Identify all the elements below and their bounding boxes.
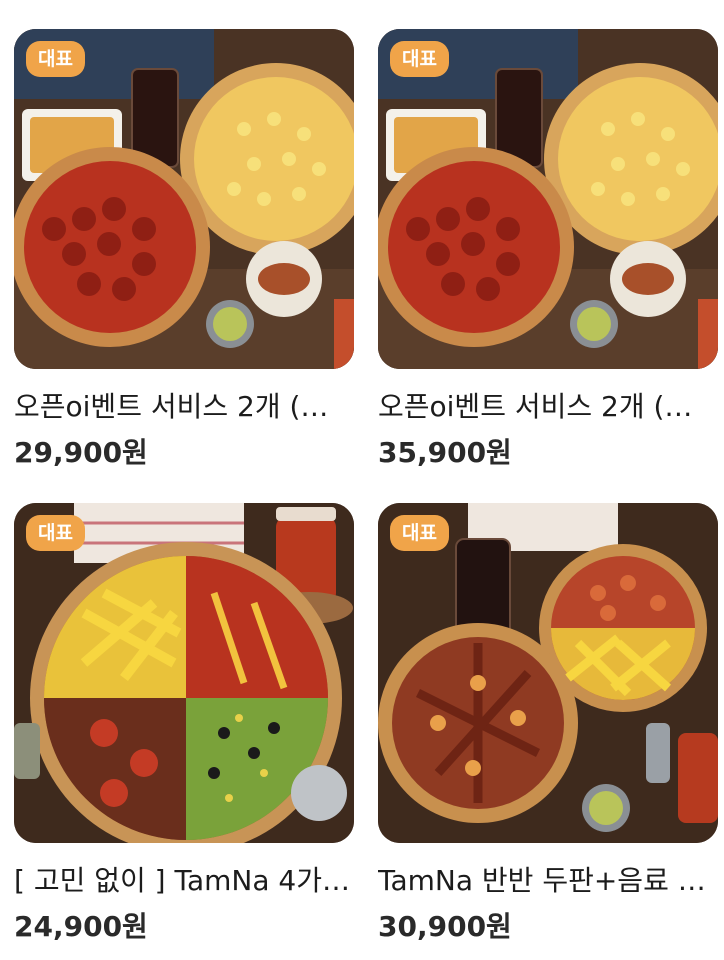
representative-badge: 대표 xyxy=(26,41,85,77)
product-title[interactable]: TamNa 반반 두판+음료 … xyxy=(378,861,718,901)
representative-badge: 대표 xyxy=(390,515,449,551)
product-title[interactable]: 오픈oi벤트 서비스 2개 (… xyxy=(378,387,718,427)
product-image[interactable]: 대표 xyxy=(14,503,354,843)
product-title[interactable]: 오픈oi벤트 서비스 2개 (… xyxy=(14,387,354,427)
product-image[interactable]: 대표 xyxy=(378,503,718,843)
representative-badge: 대표 xyxy=(26,515,85,551)
representative-badge: 대표 xyxy=(390,41,449,77)
product-price: 35,900원 xyxy=(378,436,512,469)
product-card[interactable]: 대표 [ 고민 없이 ] TamNa 4가… 24,900원 xyxy=(14,503,354,945)
product-image[interactable]: 대표 xyxy=(14,29,354,369)
product-price: 29,900원 xyxy=(14,436,148,469)
product-title[interactable]: [ 고민 없이 ] TamNa 4가… xyxy=(14,861,354,901)
product-grid: 대표 오픈oi벤트 서비스 2개 (… 29,900원 대표 오픈oi벤트 서비… xyxy=(0,0,724,960)
product-card[interactable]: 대표 오픈oi벤트 서비스 2개 (… 35,900원 xyxy=(378,29,718,471)
product-price: 24,900원 xyxy=(14,910,148,943)
product-image[interactable]: 대표 xyxy=(378,29,718,369)
product-card[interactable]: 대표 오픈oi벤트 서비스 2개 (… 29,900원 xyxy=(14,29,354,471)
product-price: 30,900원 xyxy=(378,910,512,943)
product-card[interactable]: 대표 TamNa 반반 두판+음료 … 30,900원 xyxy=(378,503,718,945)
